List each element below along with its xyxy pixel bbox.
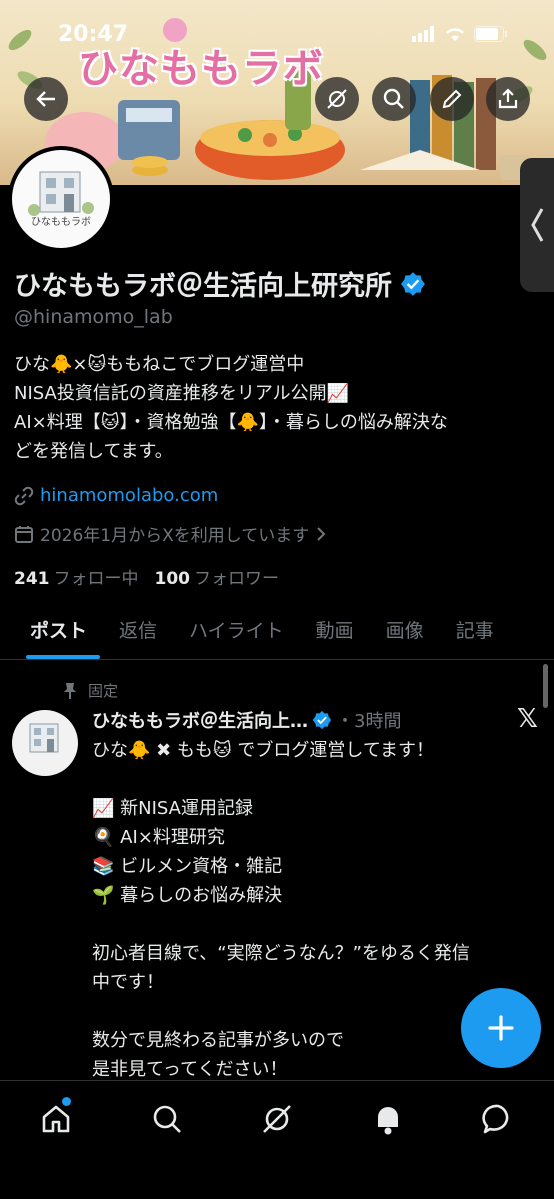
grok-button[interactable] xyxy=(315,77,359,121)
x-logo-icon: 𝕏 xyxy=(517,704,538,734)
tab-label: 記事 xyxy=(455,620,494,642)
tab-label: 返信 xyxy=(119,620,158,642)
pin-icon xyxy=(64,682,76,699)
house-illustration xyxy=(28,171,94,216)
tab-articles[interactable]: 記事 xyxy=(440,600,510,659)
scrollbar[interactable] xyxy=(543,664,548,708)
tab-posts[interactable]: ポスト xyxy=(0,600,103,659)
notification-dot xyxy=(62,1097,71,1106)
post-line xyxy=(92,765,542,794)
post-line: 📚 ビルメン資格・雑記 xyxy=(92,856,283,877)
nav-grok[interactable] xyxy=(257,1099,297,1139)
post-line xyxy=(92,910,542,939)
back-button[interactable] xyxy=(24,77,68,121)
chevron-right-icon xyxy=(317,526,326,541)
bell-icon xyxy=(376,1107,400,1135)
tab-images[interactable]: 画像 xyxy=(370,600,440,659)
active-tab-indicator xyxy=(26,655,100,659)
post-author-name[interactable]: ひなももラボ＠生活向上… xyxy=(92,707,308,733)
bio-line: どを発信してます。 xyxy=(14,441,173,462)
tab-videos[interactable]: 動画 xyxy=(300,600,370,659)
pencil-icon xyxy=(442,89,462,109)
joined-text: 2026年1月からXを利用しています xyxy=(40,526,310,546)
tab-label: 画像 xyxy=(385,620,424,642)
link-icon xyxy=(14,486,34,505)
grok-icon xyxy=(263,1105,291,1133)
nav-messages[interactable] xyxy=(478,1099,518,1139)
search-icon xyxy=(383,88,404,109)
profile-bio: ひな🐥×🐱ももねこでブログ運営中 NISA投資信託の資産推移をリアル公開📈 AI… xyxy=(14,350,544,466)
profile-joined[interactable]: 2026年1月からXを利用しています xyxy=(14,521,327,546)
message-icon xyxy=(482,1104,509,1134)
avatar-label: ひなももラボ xyxy=(31,217,91,228)
nav-search[interactable] xyxy=(147,1099,187,1139)
search-icon xyxy=(153,1105,181,1133)
compose-button[interactable] xyxy=(461,988,541,1068)
following-label: フォロー中 xyxy=(53,569,139,589)
post-line: 中です！ xyxy=(92,972,164,993)
search-button[interactable] xyxy=(372,77,416,121)
nav-home[interactable] xyxy=(36,1097,76,1139)
followers-label: フォロワー xyxy=(194,569,279,589)
followers-count: 100 xyxy=(154,569,191,589)
wifi-icon xyxy=(446,28,464,41)
profile-tabs: ポスト 返信 ハイライト 動画 画像 記事 xyxy=(0,600,554,660)
post-line: ひな🐥 ✖ もも🐱 でブログ運営してます！ xyxy=(92,740,434,761)
signal-icon xyxy=(412,26,434,42)
following-count: 241 xyxy=(14,569,50,589)
post-author-avatar[interactable] xyxy=(12,710,78,776)
battery-icon xyxy=(474,26,507,42)
arrow-left-icon xyxy=(36,91,55,107)
pinned-indicator: 固定 xyxy=(62,680,118,701)
home-icon xyxy=(42,1105,70,1133)
post-line: 初心者目線で、“実際どうなん？”をゆるく発信 xyxy=(92,943,470,964)
tab-label: ハイライト xyxy=(189,620,284,642)
profile-name-row: ひなももラボ＠生活向上研究所 xyxy=(14,264,426,303)
verified-badge-icon xyxy=(312,710,332,730)
bio-line: AI×料理【🐱】・資格勉強【🐥】・暮らしの悩み解決な xyxy=(14,412,448,433)
followers-link[interactable]: 100 フォロワー xyxy=(155,564,280,589)
share-button[interactable] xyxy=(486,77,530,121)
calendar-icon xyxy=(15,525,33,543)
follow-stats: 241 フォロー中 100 フォロワー xyxy=(14,564,279,589)
status-time: 20:47 xyxy=(58,22,129,47)
tab-highlights[interactable]: ハイライト xyxy=(173,600,300,659)
tab-label: ポスト xyxy=(30,620,88,642)
bio-line: NISA投資信託の資産推移をリアル公開📈 xyxy=(14,383,350,404)
post-line: 🌱 暮らしのお悩み解決 xyxy=(92,885,283,906)
profile-handle: @hinamomo_lab xyxy=(14,306,173,328)
bio-line: ひな🐥×🐱ももねこでブログ運営中 xyxy=(14,354,305,375)
grok-icon xyxy=(327,89,347,109)
following-link[interactable]: 241 フォロー中 xyxy=(14,564,139,589)
profile-name: ひなももラボ＠生活向上研究所 xyxy=(14,271,392,302)
website-link[interactable]: hinamomolabo.com xyxy=(40,485,218,506)
status-icons xyxy=(412,26,508,42)
pinned-label: 固定 xyxy=(88,682,119,700)
chevron-left-icon xyxy=(531,208,544,242)
nav-notifications[interactable] xyxy=(368,1099,408,1139)
post-time: ・3時間 xyxy=(336,711,402,732)
post-header: ひなももラボ＠生活向上… ・3時間 xyxy=(92,707,401,733)
profile-avatar[interactable]: ひなももラボ xyxy=(8,146,114,252)
post-line: 📈 新NISA運用記録 xyxy=(92,798,253,819)
verified-badge-icon[interactable] xyxy=(400,271,426,297)
house-illustration xyxy=(29,723,59,753)
bottom-navigation xyxy=(0,1080,554,1199)
tab-replies[interactable]: 返信 xyxy=(103,600,173,659)
tab-label: 動画 xyxy=(315,620,354,642)
plus-icon xyxy=(488,1015,514,1041)
post-line: 🍳 AI×料理研究 xyxy=(92,827,225,848)
profile-website[interactable]: hinamomolabo.com xyxy=(14,485,218,506)
share-icon xyxy=(498,88,518,109)
avatar-image: ひなももラボ xyxy=(12,150,110,248)
edit-button[interactable] xyxy=(430,77,474,121)
side-drawer-handle[interactable] xyxy=(520,158,554,292)
